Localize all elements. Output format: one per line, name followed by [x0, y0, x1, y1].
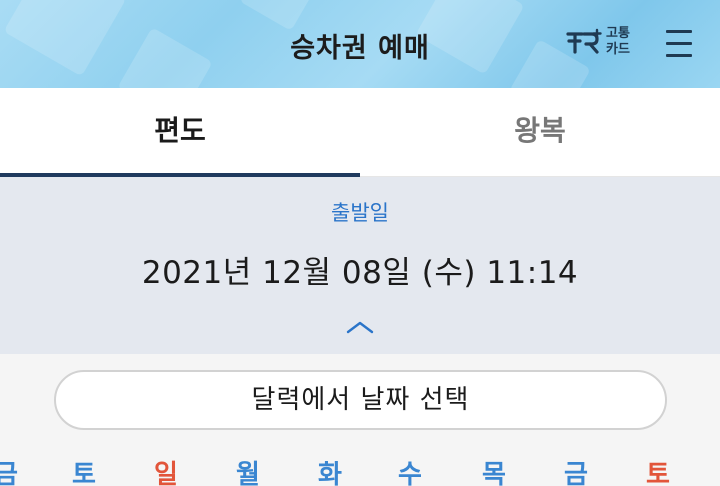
transport-card-logo-icon — [566, 28, 602, 54]
calendar-weekday[interactable]: 토 — [64, 454, 104, 486]
departure-datetime[interactable]: 2021년 12월 08일 (수) 11:14 — [0, 247, 720, 292]
calendar-weekday[interactable]: 일 — [146, 454, 186, 486]
calendar-weekday[interactable]: 화 — [310, 454, 350, 486]
calendar-weekday[interactable]: 목 — [474, 454, 514, 486]
tab-oneway[interactable]: 편도 — [0, 88, 360, 177]
hamburger-icon — [666, 30, 692, 33]
transport-card-label: 고통 카드 — [606, 26, 630, 57]
departure-label: 출발일 — [331, 201, 389, 225]
calendar-weekday[interactable]: 금 — [556, 454, 596, 486]
select-date-from-calendar-button[interactable]: 달력에서 날짜 선택 — [54, 370, 667, 430]
tab-roundtrip[interactable]: 왕복 — [360, 88, 720, 177]
departure-date-panel: 출발일 2021년 12월 08일 (수) 11:14 — [0, 177, 720, 354]
transport-card-button[interactable]: 고통 카드 — [566, 26, 636, 60]
hamburger-icon — [666, 54, 692, 57]
calendar-section: 달력에서 날짜 선택 금 토 일 월 화 수 목 금 토 — [0, 354, 720, 486]
chevron-up-icon[interactable] — [346, 319, 374, 335]
calendar-weekday[interactable]: 월 — [228, 454, 268, 486]
app-header: 승차권 예매 고통 카드 — [0, 0, 720, 88]
trip-type-tabs: 편도 왕복 — [0, 88, 720, 177]
hamburger-icon — [666, 42, 692, 45]
calendar-weekday[interactable]: 수 — [390, 454, 430, 486]
calendar-weekday[interactable]: 토 — [638, 454, 678, 486]
calendar-weekday[interactable]: 금 — [0, 454, 26, 486]
menu-button[interactable] — [664, 28, 696, 60]
